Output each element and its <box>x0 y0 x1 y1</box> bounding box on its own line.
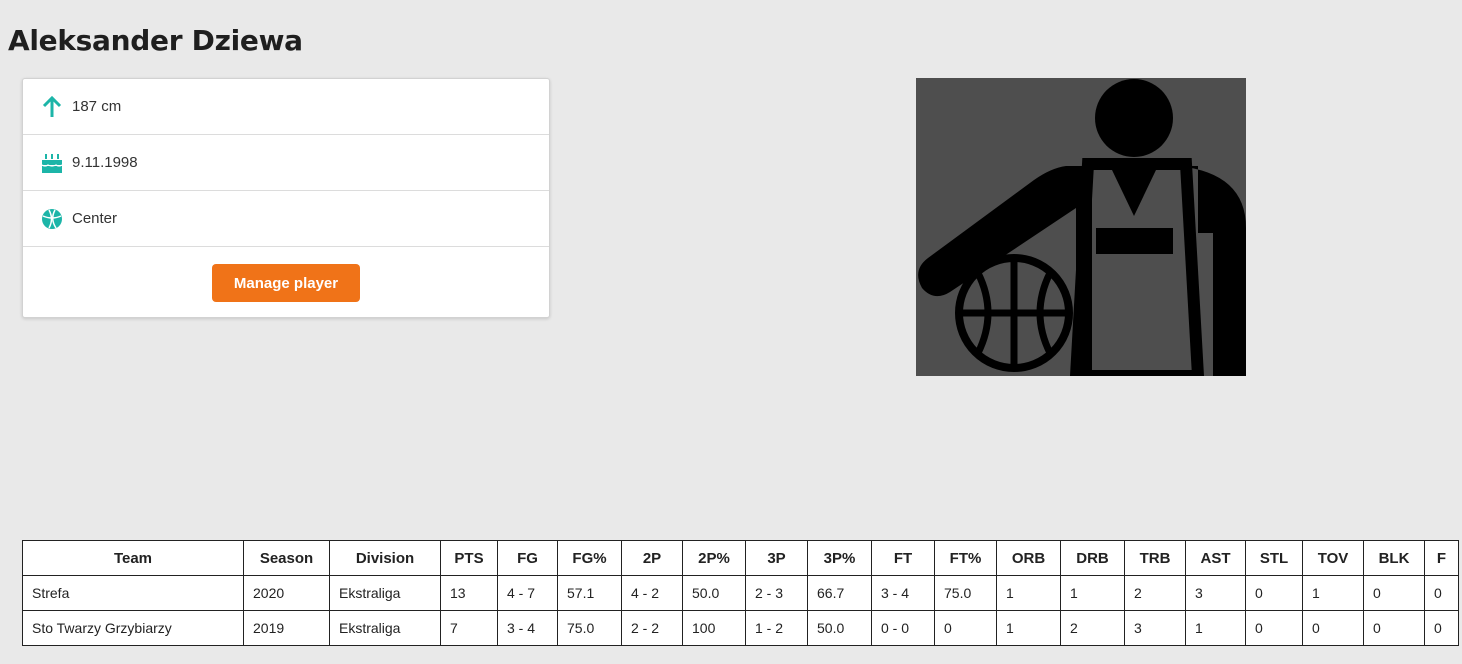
card-footer: Manage player <box>23 247 549 319</box>
info-row-birthdate: 9.11.1998 <box>23 135 549 191</box>
cell-ft-pct: 75.0 <box>934 575 997 611</box>
cell-3p: 2 - 3 <box>745 575 808 611</box>
header-f: F <box>1424 540 1459 576</box>
cell-fg-pct: 57.1 <box>557 575 622 611</box>
cell-drb: 2 <box>1060 610 1125 646</box>
cell-f: 0 <box>1424 610 1459 646</box>
header-blk: BLK <box>1363 540 1425 576</box>
info-row-height: 187 cm <box>23 79 549 135</box>
page-title: Aleksander Dziewa <box>8 24 303 57</box>
header-division: Division <box>329 540 441 576</box>
player-info-card: 187 cm 9.11.1998 Center Manage player <box>22 78 550 318</box>
cell-3p-pct: 66.7 <box>807 575 872 611</box>
header-team: Team <box>22 540 244 576</box>
cell-division: Ekstraliga <box>329 610 441 646</box>
header-trb: TRB <box>1124 540 1186 576</box>
cell-orb: 1 <box>996 610 1061 646</box>
header-3p: 3P <box>745 540 808 576</box>
header-3p-pct: 3P% <box>807 540 872 576</box>
header-fg-pct: FG% <box>557 540 622 576</box>
header-2p-pct: 2P% <box>682 540 746 576</box>
birthday-cake-icon <box>41 152 63 174</box>
cell-tov: 1 <box>1302 575 1364 611</box>
cell-2p-pct: 50.0 <box>682 575 746 611</box>
cell-team: Sto Twarzy Grzybiarzy <box>22 610 244 646</box>
info-row-position: Center <box>23 191 549 247</box>
stats-header-row: Team Season Division PTS FG FG% 2P 2P% 3… <box>22 540 1459 576</box>
header-ast: AST <box>1185 540 1246 576</box>
cell-orb: 1 <box>996 575 1061 611</box>
header-season: Season <box>243 540 330 576</box>
header-2p: 2P <box>621 540 683 576</box>
header-fg: FG <box>497 540 558 576</box>
cell-trb: 3 <box>1124 610 1186 646</box>
cell-3p: 1 - 2 <box>745 610 808 646</box>
header-tov: TOV <box>1302 540 1364 576</box>
manage-player-button[interactable]: Manage player <box>212 264 360 302</box>
header-pts: PTS <box>440 540 498 576</box>
cell-ft: 3 - 4 <box>871 575 935 611</box>
cell-fg-pct: 75.0 <box>557 610 622 646</box>
cell-team: Strefa <box>22 575 244 611</box>
header-ft: FT <box>871 540 935 576</box>
cell-stl: 0 <box>1245 575 1303 611</box>
cell-ft-pct: 0 <box>934 610 997 646</box>
stats-table: Team Season Division PTS FG FG% 2P 2P% 3… <box>22 540 1459 646</box>
cell-2p: 4 - 2 <box>621 575 683 611</box>
cell-ft: 0 - 0 <box>871 610 935 646</box>
cell-2p-pct: 100 <box>682 610 746 646</box>
cell-tov: 0 <box>1302 610 1364 646</box>
arrow-up-icon <box>41 95 63 118</box>
header-orb: ORB <box>996 540 1061 576</box>
table-row: Sto Twarzy Grzybiarzy 2019 Ekstraliga 7 … <box>22 610 1459 646</box>
cell-pts: 13 <box>440 575 498 611</box>
table-row: Strefa 2020 Ekstraliga 13 4 - 7 57.1 4 -… <box>22 575 1459 611</box>
height-value: 187 cm <box>72 98 122 115</box>
position-value: Center <box>72 210 118 227</box>
cell-trb: 2 <box>1124 575 1186 611</box>
player-photo-placeholder <box>916 78 1246 376</box>
cell-drb: 1 <box>1060 575 1125 611</box>
cell-fg: 3 - 4 <box>497 610 558 646</box>
cell-stl: 0 <box>1245 610 1303 646</box>
basketball-player-icon <box>916 78 1246 376</box>
header-stl: STL <box>1245 540 1303 576</box>
cell-ast: 1 <box>1185 610 1246 646</box>
cell-2p: 2 - 2 <box>621 610 683 646</box>
cell-ast: 3 <box>1185 575 1246 611</box>
cell-blk: 0 <box>1363 610 1425 646</box>
cell-fg: 4 - 7 <box>497 575 558 611</box>
basketball-icon <box>41 208 63 230</box>
cell-division: Ekstraliga <box>329 575 441 611</box>
cell-blk: 0 <box>1363 575 1425 611</box>
header-drb: DRB <box>1060 540 1125 576</box>
cell-season: 2019 <box>243 610 330 646</box>
cell-season: 2020 <box>243 575 330 611</box>
cell-pts: 7 <box>440 610 498 646</box>
birthdate-value: 9.11.1998 <box>72 154 138 171</box>
header-ft-pct: FT% <box>934 540 997 576</box>
cell-3p-pct: 50.0 <box>807 610 872 646</box>
cell-f: 0 <box>1424 575 1459 611</box>
